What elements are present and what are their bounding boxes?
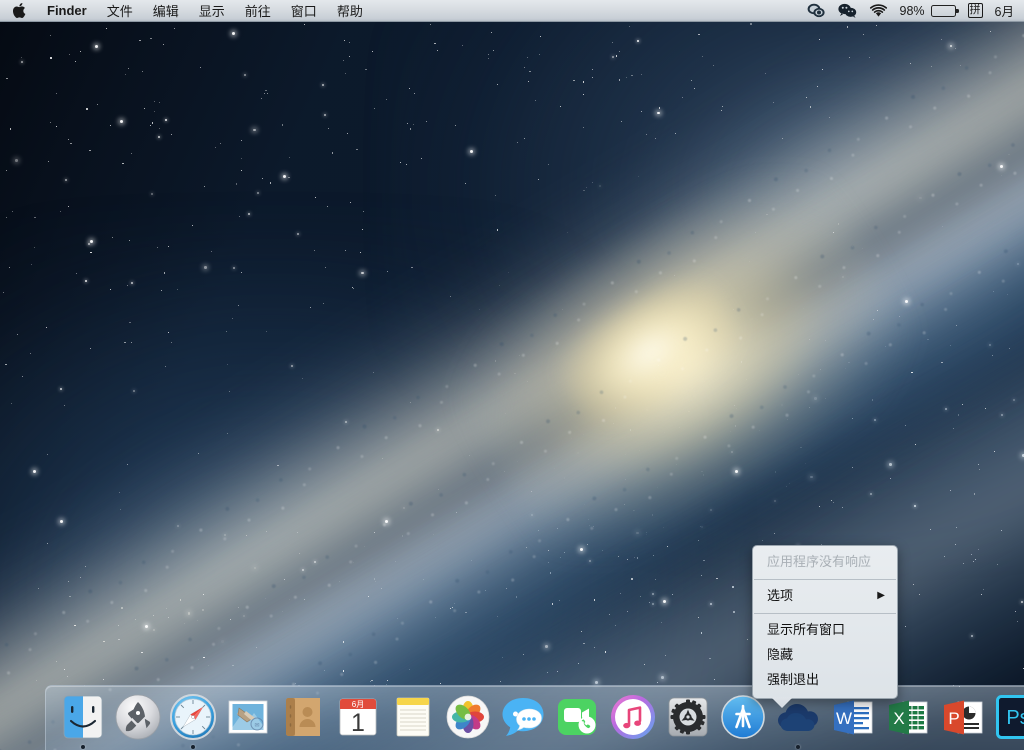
dock-item-calendar[interactable]: 6月 1 xyxy=(330,693,385,750)
running-indicator-dot xyxy=(190,745,195,749)
dock-item-excel[interactable]: X xyxy=(880,693,935,750)
dock-item-system-preferences[interactable] xyxy=(660,693,715,750)
notes-icon xyxy=(389,693,437,741)
dock-item-photos[interactable] xyxy=(440,693,495,750)
powerpoint-letter: P xyxy=(948,709,959,728)
facetime-icon xyxy=(554,693,602,741)
photoshop-letter: Ps xyxy=(1006,707,1024,729)
finder-icon xyxy=(59,693,107,741)
dock-item-facetime[interactable] xyxy=(550,693,605,750)
powerpoint-icon: P xyxy=(939,693,987,741)
apple-menu-button[interactable] xyxy=(0,0,37,21)
word-icon: W xyxy=(829,693,877,741)
app-store-icon xyxy=(719,693,767,741)
photos-icon xyxy=(444,693,492,741)
dock-item-messages[interactable] xyxy=(495,693,550,750)
dock-item-safari[interactable] xyxy=(165,693,220,750)
dock-item-notes[interactable] xyxy=(385,693,440,750)
launchpad-icon xyxy=(114,693,162,741)
wifi-status-item[interactable] xyxy=(863,0,894,21)
itunes-icon xyxy=(609,693,657,741)
word-letter: W xyxy=(835,709,851,728)
dock-item-word[interactable]: W xyxy=(825,693,880,750)
context-menu-item-force-quit[interactable]: 强制退出 xyxy=(753,668,897,693)
dock-item-itunes[interactable] xyxy=(605,693,660,750)
desktop-screen: Finder 文件 编辑 显示 前往 窗口 帮助 98% 拼 6月 应用程序没有… xyxy=(0,0,1024,750)
menu-item-file[interactable]: 文件 xyxy=(97,0,143,21)
calendar-month-label: 6月 xyxy=(351,700,363,709)
battery-icon xyxy=(930,4,959,17)
context-menu-item-options-label: 选项 xyxy=(767,588,794,603)
wechat-alt-status-item[interactable] xyxy=(801,0,832,21)
menu-item-window[interactable]: 窗口 xyxy=(281,0,327,21)
photoshop-icon: Ps xyxy=(994,693,1024,741)
dock-item-launchpad[interactable] xyxy=(110,693,165,750)
menu-bar-status-area: 98% 拼 6月 xyxy=(801,0,1024,21)
wechat-status-item[interactable] xyxy=(832,0,863,21)
dock-context-menu: 应用程序没有响应 选项 ▶ 显示所有窗口 隐藏 强制退出 xyxy=(752,545,898,708)
svg-text:✉: ✉ xyxy=(254,723,259,729)
context-menu-item-hide[interactable]: 隐藏 xyxy=(753,643,897,668)
messages-icon xyxy=(499,693,547,741)
date-label: 6月 xyxy=(994,5,1014,19)
menu-item-help[interactable]: 帮助 xyxy=(327,0,373,21)
menu-item-view[interactable]: 显示 xyxy=(189,0,235,21)
wechat-alt-icon xyxy=(807,3,825,18)
apple-logo-icon xyxy=(13,3,26,18)
menu-bar-left: Finder 文件 编辑 显示 前往 窗口 帮助 xyxy=(0,0,373,21)
contacts-icon xyxy=(279,693,327,741)
menu-item-go[interactable]: 前往 xyxy=(235,0,281,21)
menu-item-finder[interactable]: Finder xyxy=(37,0,97,21)
context-menu-item-show-all-windows[interactable]: 显示所有窗口 xyxy=(753,618,897,643)
chevron-right-icon: ▶ xyxy=(877,590,885,601)
context-menu-title: 应用程序没有响应 xyxy=(767,554,872,569)
system-preferences-icon xyxy=(664,693,712,741)
excel-letter: X xyxy=(893,709,904,728)
dock-item-photoshop[interactable]: Ps xyxy=(990,693,1024,750)
wifi-icon xyxy=(869,3,887,17)
running-indicator-dot xyxy=(80,745,85,749)
dock-item-contacts[interactable] xyxy=(275,693,330,750)
safari-icon xyxy=(169,693,217,741)
context-menu-separator-2 xyxy=(754,613,896,614)
context-menu-item-options[interactable]: 选项 ▶ xyxy=(753,584,897,609)
dock-item-finder[interactable] xyxy=(55,693,110,750)
mail-icon: ✉ xyxy=(224,693,272,741)
menu-item-edit[interactable]: 编辑 xyxy=(143,0,189,21)
context-menu-separator-1 xyxy=(754,579,896,580)
battery-status-item[interactable]: 98% xyxy=(894,0,962,21)
battery-percent-label: 98% xyxy=(899,3,925,18)
menu-bar: Finder 文件 编辑 显示 前往 窗口 帮助 98% 拼 6月 xyxy=(0,0,1024,22)
excel-icon: X xyxy=(884,693,932,741)
dock-item-powerpoint[interactable]: P xyxy=(935,693,990,750)
calendar-icon: 6月 1 xyxy=(334,693,382,741)
input-method-status-item[interactable]: 拼 xyxy=(962,0,989,21)
clock-status-item[interactable]: 6月 xyxy=(989,0,1020,21)
wechat-icon xyxy=(837,3,856,18)
input-method-icon: 拼 xyxy=(967,3,983,18)
calendar-day-label: 1 xyxy=(351,709,365,737)
running-indicator-dot xyxy=(795,745,800,749)
dock-item-app-store[interactable] xyxy=(715,693,770,750)
dock-item-mail[interactable]: ✉ xyxy=(220,693,275,750)
